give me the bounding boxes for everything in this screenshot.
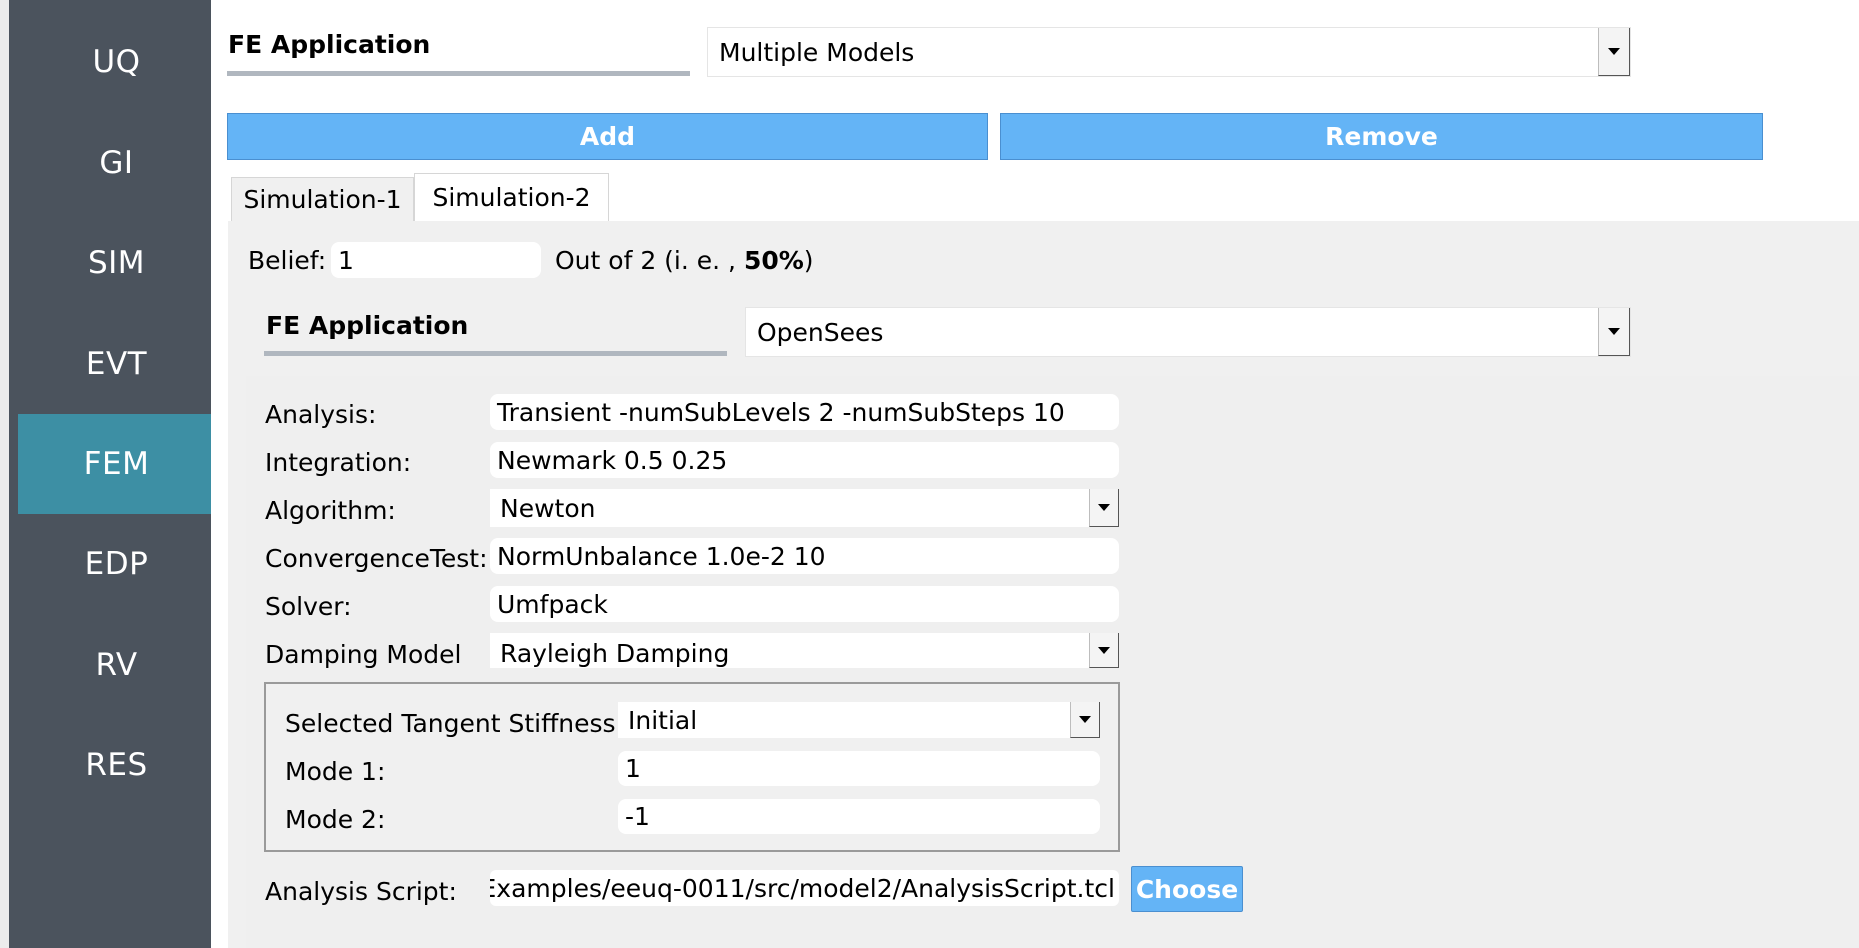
damping-model-select[interactable]: Rayleigh Damping xyxy=(490,633,1119,668)
analysis-script-label: Analysis Script: xyxy=(265,877,457,906)
fe-application-title: FE Application xyxy=(228,30,431,59)
choose-button[interactable]: Choose xyxy=(1131,866,1243,912)
add-button[interactable]: Add xyxy=(227,113,988,160)
inner-fe-application-select-value: OpenSees xyxy=(757,317,884,347)
mode-2-input-value: -1 xyxy=(625,802,650,831)
tangent-stiffness-select[interactable]: Initial xyxy=(618,702,1100,738)
damping-model-label: Damping Model xyxy=(265,640,462,669)
analysis-label: Analysis: xyxy=(265,400,377,429)
sidebar-item-evt[interactable]: EVT xyxy=(18,314,215,414)
tangent-stiffness-label: Selected Tangent Stiffness: xyxy=(285,709,625,738)
solver-input[interactable]: Umfpack xyxy=(490,586,1119,622)
inner-fe-application-title: FE Application xyxy=(266,311,469,340)
belief-out-of-prefix: Out of 2 (i. e. , xyxy=(555,246,744,275)
analysis-script-input-value: oug/Examples/eeuq-0011/src/model2/Analys… xyxy=(490,873,1115,903)
analysis-script-input[interactable]: oug/Examples/eeuq-0011/src/model2/Analys… xyxy=(490,870,1119,906)
algorithm-select-value: Newton xyxy=(500,493,596,523)
mode-1-input[interactable]: 1 xyxy=(618,751,1100,786)
sidebar-item-label: RV xyxy=(95,647,138,683)
sidebar-item-rv[interactable]: RV xyxy=(18,615,215,715)
algorithm-select[interactable]: Newton xyxy=(490,489,1119,527)
convergence-test-label: ConvergenceTest: xyxy=(265,544,488,573)
sidebar-item-label: FEM xyxy=(83,446,150,482)
chevron-down-icon[interactable] xyxy=(1070,702,1100,738)
convergence-test-input[interactable]: NormUnbalance 1.0e-2 10 xyxy=(490,538,1119,574)
belief-input[interactable]: 1 xyxy=(331,242,541,278)
damping-model-select-value: Rayleigh Damping xyxy=(500,640,730,668)
sidebar-item-label: RES xyxy=(85,747,148,783)
sidebar-item-label: UQ xyxy=(92,44,141,80)
tab-simulation-2[interactable]: Simulation-2 xyxy=(414,173,609,221)
belief-label: Belief: xyxy=(248,246,327,275)
solver-input-value: Umfpack xyxy=(497,589,608,619)
sidebar-item-res[interactable]: RES xyxy=(18,715,215,815)
mode-2-input[interactable]: -1 xyxy=(618,799,1100,834)
remove-button[interactable]: Remove xyxy=(1000,113,1763,160)
sidebar-item-label: EVT xyxy=(85,346,148,382)
analysis-input[interactable]: Transient -numSubLevels 2 -numSubSteps 1… xyxy=(490,394,1119,430)
mode-1-label: Mode 1: xyxy=(285,757,386,786)
tab-simulation-1[interactable]: Simulation-1 xyxy=(231,177,414,221)
convergence-test-input-value: NormUnbalance 1.0e-2 10 xyxy=(497,541,826,571)
integration-input-value: Newmark 0.5 0.25 xyxy=(497,445,728,475)
sidebar-item-label: EDP xyxy=(84,546,149,582)
sidebar: UQ GI SIM EVT FEM EDP RV RES xyxy=(0,0,215,948)
sidebar-item-gi[interactable]: GI xyxy=(18,113,215,213)
belief-suffix: ) xyxy=(803,246,814,275)
belief-input-value: 1 xyxy=(338,245,354,275)
sidebar-item-fem[interactable]: FEM xyxy=(18,414,215,514)
integration-label: Integration: xyxy=(265,448,412,477)
belief-out-of-text: Out of 2 (i. e. , 50%) xyxy=(555,246,814,275)
fe-application-select[interactable]: Multiple Models xyxy=(707,27,1631,77)
belief-percent: 50% xyxy=(743,246,804,275)
mode-1-input-value: 1 xyxy=(625,754,641,783)
analysis-input-value: Transient -numSubLevels 2 -numSubSteps 1… xyxy=(497,397,1065,427)
chevron-down-icon[interactable] xyxy=(1598,308,1630,356)
sidebar-item-sim[interactable]: SIM xyxy=(18,213,215,313)
chevron-down-icon[interactable] xyxy=(1089,489,1119,527)
algorithm-label: Algorithm: xyxy=(265,496,396,525)
integration-input[interactable]: Newmark 0.5 0.25 xyxy=(490,442,1119,478)
sidebar-item-label: GI xyxy=(99,145,134,181)
inner-fe-application-underline xyxy=(264,351,727,356)
inner-fe-application-select[interactable]: OpenSees xyxy=(745,307,1631,357)
tangent-stiffness-select-value: Initial xyxy=(628,705,698,735)
solver-label: Solver: xyxy=(265,592,352,621)
sidebar-item-uq[interactable]: UQ xyxy=(18,12,215,112)
fe-application-underline xyxy=(227,71,690,76)
sidebar-item-label: SIM xyxy=(87,245,146,281)
sidebar-item-edp[interactable]: EDP xyxy=(18,514,215,614)
mode-2-label: Mode 2: xyxy=(285,805,386,834)
chevron-down-icon[interactable] xyxy=(1089,633,1119,668)
chevron-down-icon[interactable] xyxy=(1598,28,1630,76)
fe-application-select-value: Multiple Models xyxy=(719,37,915,67)
